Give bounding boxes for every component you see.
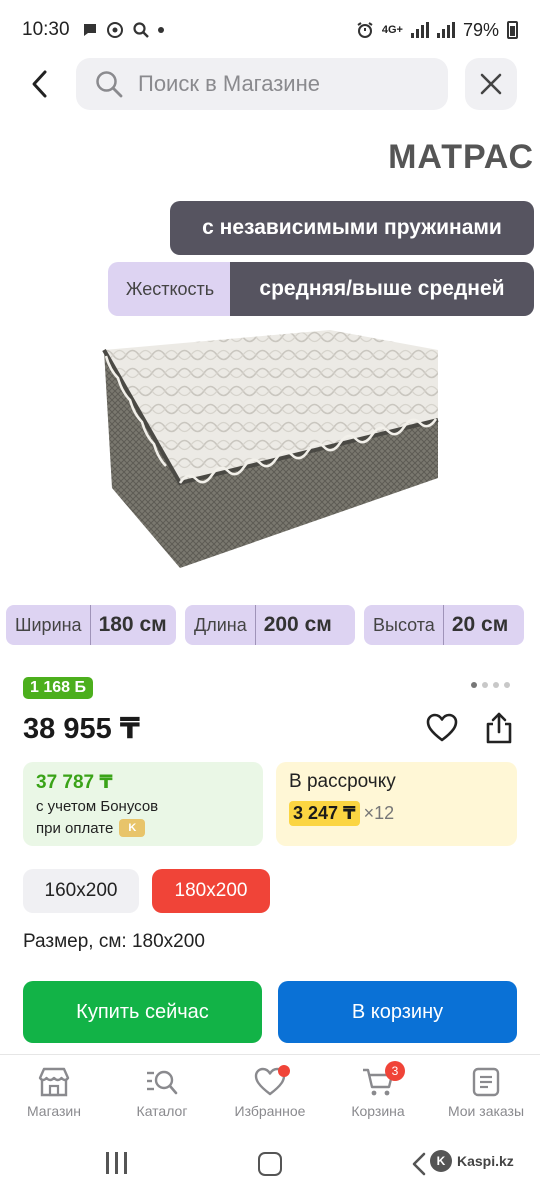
- status-notification-icons: [82, 21, 164, 39]
- search-input[interactable]: Поиск в Магазине: [76, 58, 448, 110]
- bonus-note-line2: при оплате K: [36, 819, 250, 837]
- nav-label: Корзина: [351, 1103, 405, 1119]
- header: Поиск в Магазине: [0, 58, 540, 110]
- dimension-height: Высота 20 см: [364, 605, 524, 645]
- battery-percent: 79%: [462, 19, 499, 40]
- dimension-width: Ширина 180 см: [6, 605, 176, 645]
- search-placeholder: Поиск в Магазине: [138, 71, 320, 96]
- close-icon: [480, 73, 502, 95]
- chat-bubble-icon: [83, 24, 96, 36]
- kaspi-logo: K Kaspi.kz: [430, 1150, 514, 1172]
- system-navigation-bar: K Kaspi.kz: [0, 1134, 540, 1200]
- status-bar: 10:30 4G+ 79%: [0, 0, 540, 60]
- hardness-value: средняя/выше средней: [230, 262, 534, 316]
- catalog-search-icon: [147, 1070, 178, 1095]
- carousel-dot: [471, 682, 477, 688]
- home-icon[interactable]: [258, 1152, 282, 1176]
- product-price: 38 955 ₸: [23, 713, 140, 745]
- back-button[interactable]: [22, 66, 58, 102]
- network-type: 4G+: [381, 24, 403, 36]
- carousel-dot: [493, 682, 499, 688]
- product-image-title: МАТРАС: [388, 138, 534, 176]
- installment-monthly: 3 247 ₸: [289, 801, 360, 826]
- chevron-left-icon: [32, 70, 47, 98]
- kaspi-pay-icon: K: [119, 819, 146, 837]
- favorites-notification-dot: [278, 1065, 290, 1077]
- dimensions-row: Ширина 180 см Длина 200 см Высота 20 см: [0, 605, 540, 645]
- status-right: 4G+ 79%: [356, 20, 518, 41]
- nav-label: Каталог: [136, 1103, 188, 1119]
- kaspi-brand-text: Kaspi.kz: [457, 1153, 514, 1169]
- nav-item-cart[interactable]: 3 Корзина: [324, 1055, 432, 1134]
- bonus-note-line1: с учетом Бонусов: [36, 798, 250, 815]
- close-search-button[interactable]: [465, 58, 517, 110]
- nav-label: Мои заказы: [447, 1103, 525, 1119]
- dimension-value: 200 см: [263, 613, 332, 636]
- nav-item-catalog[interactable]: Каталог: [108, 1055, 216, 1134]
- hardness-label: Жесткость: [108, 262, 232, 316]
- carousel-dots: [471, 682, 510, 688]
- size-option-180x200[interactable]: 180x200: [152, 869, 270, 913]
- dimension-value: 20 см: [451, 613, 509, 636]
- installment-term: ×12: [363, 803, 395, 823]
- system-back-icon[interactable]: [412, 1152, 426, 1181]
- spring-type-label: с независимыми пружинами: [170, 201, 534, 255]
- dimension-value: 180 см: [98, 613, 167, 636]
- add-to-cart-button[interactable]: В корзину: [278, 981, 517, 1043]
- bonus-note-text: с учетом Бонусов: [36, 798, 159, 815]
- add-to-favorites-button[interactable]: [424, 710, 460, 746]
- installment-card[interactable]: В рассрочку 3 247 ₸ ×12: [276, 762, 517, 846]
- store-icon: [38, 1067, 70, 1097]
- battery-icon: [507, 21, 518, 39]
- search-notif-icon: [132, 22, 149, 38]
- dimension-label: Высота: [364, 605, 444, 645]
- selected-size-label: Размер, см: 180x200: [23, 931, 205, 952]
- dimension-length: Длина 200 см: [185, 605, 355, 645]
- share-button[interactable]: [481, 710, 517, 746]
- size-option-160x200[interactable]: 160x200: [23, 869, 139, 913]
- carousel-dot: [504, 682, 510, 688]
- mattress-image: [102, 330, 439, 568]
- recent-apps-icon[interactable]: [106, 1152, 127, 1174]
- kaspi-logo-icon: K: [430, 1150, 452, 1172]
- heart-icon: [426, 713, 458, 742]
- cart-count-badge: 3: [385, 1061, 405, 1081]
- alarm-icon: [357, 22, 373, 38]
- dimension-label: Ширина: [6, 605, 91, 645]
- status-time: 10:30: [22, 19, 70, 40]
- signal-icon: [410, 22, 429, 38]
- bonus-price-card[interactable]: 37 787 ₸ с учетом Бонусов при оплате K: [23, 762, 263, 846]
- more-notifications-dot-icon: [157, 27, 164, 33]
- nav-item-favorites[interactable]: Избранное: [216, 1055, 324, 1134]
- dimension-label: Длина: [185, 605, 256, 645]
- bottom-navigation: Магазин Каталог Избранное 3 Корзина Мои …: [0, 1054, 540, 1134]
- bonus-price: 37 787 ₸: [36, 772, 113, 793]
- installment-title: В рассрочку: [289, 771, 396, 792]
- whatsapp-icon: [106, 22, 123, 38]
- nav-label: Магазин: [26, 1103, 81, 1119]
- orders-icon: [472, 1067, 500, 1097]
- share-icon: [486, 712, 512, 744]
- nav-item-store[interactable]: Магазин: [0, 1055, 108, 1134]
- signal-2-icon: [436, 22, 455, 38]
- nav-item-orders[interactable]: Мои заказы: [432, 1055, 540, 1134]
- carousel-dot: [482, 682, 488, 688]
- product-image-gallery[interactable]: МАТРАС с независимыми пружинами Жесткост…: [0, 128, 540, 648]
- bonus-note-text: при оплате: [36, 819, 114, 837]
- search-icon: [96, 71, 123, 98]
- installment-row: 3 247 ₸ ×12: [289, 801, 504, 826]
- bonus-badge: 1 168 Б: [23, 677, 93, 699]
- nav-label: Избранное: [234, 1103, 306, 1119]
- buy-now-button[interactable]: Купить сейчас: [23, 981, 262, 1043]
